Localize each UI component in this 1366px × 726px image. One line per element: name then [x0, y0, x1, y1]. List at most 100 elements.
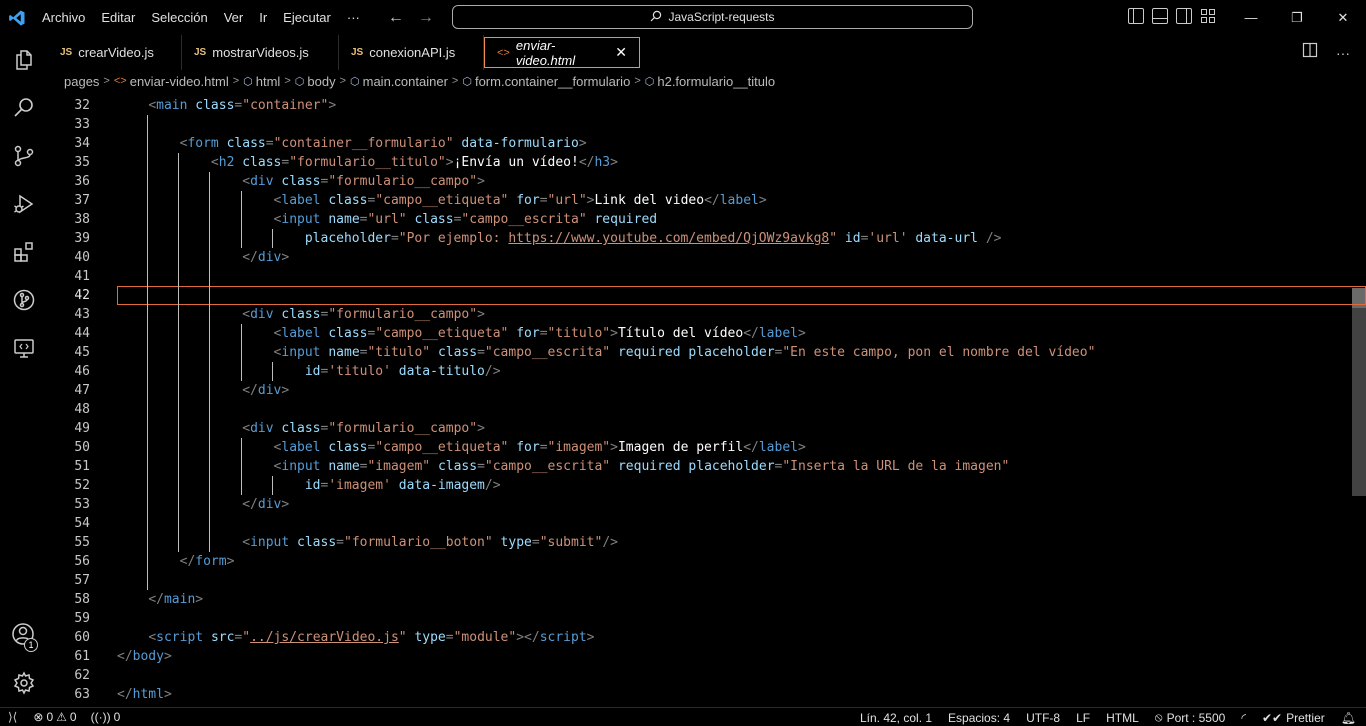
ports-indicator[interactable]: ((·)) 0 [91, 710, 121, 724]
breadcrumb-item[interactable]: main.container [363, 74, 448, 89]
code-line[interactable]: 43 <div class="formulario__campo"> [48, 305, 1366, 324]
code-line[interactable]: 59 [48, 609, 1366, 628]
code-token: form [195, 554, 227, 569]
code-line[interactable]: 47 </div> [48, 381, 1366, 400]
remote-explorer-icon[interactable] [0, 324, 48, 372]
code-line[interactable]: 42 [48, 286, 1366, 305]
code-line[interactable]: 57 [48, 571, 1366, 590]
indent-guide [271, 362, 273, 381]
breadcrumb-item[interactable]: enviar-video.html [130, 74, 229, 89]
menu-more[interactable]: ··· [339, 0, 368, 35]
code-token: "En este campo, pon el nombre del vídeo" [782, 345, 1096, 360]
close-window-icon[interactable]: ✕ [1320, 0, 1366, 35]
toggle-panel-icon[interactable] [1152, 8, 1168, 24]
code-token: id [844, 231, 861, 246]
code-line[interactable]: 54 [48, 514, 1366, 533]
code-token: form [187, 136, 219, 151]
code-line[interactable]: 32 <main class="container"> [48, 96, 1366, 115]
menu-ejecutar[interactable]: Ejecutar [275, 0, 339, 35]
live-server-port[interactable]: ⦸ Port : 5500 [1155, 710, 1226, 725]
code-line[interactable]: 49 <div class="formulario__campo"> [48, 419, 1366, 438]
git-graph-icon[interactable] [0, 276, 48, 324]
menu-ver[interactable]: Ver [216, 0, 252, 35]
line-number: 46 [74, 364, 90, 379]
tab-mostrarvideos[interactable]: JS mostrarVideos.js [182, 35, 339, 70]
cursor-position[interactable]: Lín. 42, col. 1 [860, 711, 932, 725]
source-control-icon[interactable] [0, 132, 48, 180]
notifications-bell-icon[interactable]: 🔔︎ [1341, 711, 1356, 725]
code-line[interactable]: 41 [48, 267, 1366, 286]
code-line[interactable]: 33 [48, 115, 1366, 134]
restore-icon[interactable]: ❐ [1274, 0, 1320, 35]
command-center-search[interactable]: JavaScript-requests [452, 5, 973, 29]
menu-bar: Archivo Editar Selección Ver Ir Ejecutar… [34, 0, 368, 35]
breadcrumb-item[interactable]: body [307, 74, 335, 89]
code-line[interactable]: 36 <div class="formulario__campo"> [48, 172, 1366, 191]
menu-seleccion[interactable]: Selección [143, 0, 215, 35]
toggle-primary-sidebar-icon[interactable] [1128, 8, 1144, 24]
back-arrow-icon[interactable]: ← [388, 9, 404, 27]
customize-layout-icon[interactable] [1200, 8, 1216, 24]
code-token: placeholder [688, 459, 775, 474]
code-line[interactable]: 62 [48, 666, 1366, 685]
code-line[interactable]: 40 </div> [48, 248, 1366, 267]
menu-archivo[interactable]: Archivo [34, 0, 93, 35]
split-editor-icon[interactable] [1302, 42, 1318, 63]
run-debug-icon[interactable] [0, 180, 48, 228]
code-line[interactable]: 46 id='titulo' data-titulo/> [48, 362, 1366, 381]
end-of-line[interactable]: LF [1076, 711, 1090, 725]
encoding[interactable]: UTF-8 [1026, 711, 1060, 725]
code-editor[interactable]: 32 <main class="container"> 33 34 <form cl… [48, 96, 1366, 707]
indentation[interactable]: Espacios: 4 [948, 711, 1010, 725]
tab-crearvideo[interactable]: JS crearVideo.js [48, 35, 182, 70]
code-token: > [163, 687, 172, 702]
code-line[interactable]: 39 placeholder="Por ejemplo: https://www… [48, 229, 1366, 248]
code-line[interactable]: 34 <form class="container__formulario" d… [48, 134, 1366, 153]
code-token: name [328, 345, 360, 360]
close-tab-icon[interactable]: ✕ [615, 44, 627, 61]
code-line[interactable]: 61 </body> [48, 647, 1366, 666]
code-line[interactable]: 48 [48, 400, 1366, 419]
code-line[interactable]: 44 <label class="campo__etiqueta" for="t… [48, 324, 1366, 343]
code-token: > [281, 497, 290, 512]
minimize-icon[interactable]: — [1228, 0, 1274, 35]
code-line[interactable]: 37 <label class="campo__etiqueta" for="u… [48, 191, 1366, 210]
code-line[interactable]: 53 </div> [48, 495, 1366, 514]
prettier-status[interactable]: ✔✔ Prettier [1262, 711, 1325, 725]
breadcrumb-item[interactable]: html [256, 74, 281, 89]
remote-icon[interactable]: ⟩⟨ [8, 710, 17, 724]
code-line[interactable]: 50 <label class="campo__etiqueta" for="i… [48, 438, 1366, 457]
code-line[interactable]: 60 <script src="../js/crearVideo.js" typ… [48, 628, 1366, 647]
breadcrumb-item[interactable]: pages [64, 74, 99, 89]
code-line[interactable]: 63 </html> [48, 685, 1366, 704]
line-number: 57 [74, 573, 90, 588]
code-line[interactable]: 35 <h2 class="formulario__titulo">¡Envía… [48, 153, 1366, 172]
search-sidebar-icon[interactable] [0, 84, 48, 132]
extensions-icon[interactable] [0, 228, 48, 276]
toggle-secondary-sidebar-icon[interactable] [1176, 8, 1192, 24]
code-token: ¡Envía un vídeo! [453, 155, 579, 170]
code-line[interactable]: 56 </form> [48, 552, 1366, 571]
settings-gear-icon[interactable] [0, 659, 48, 707]
menu-editar[interactable]: Editar [93, 0, 143, 35]
code-line[interactable]: 55 <input class="formulario__boton" type… [48, 533, 1366, 552]
code-line[interactable]: 52 id='imagem' data-imagem/> [48, 476, 1366, 495]
menu-ir[interactable]: Ir [251, 0, 275, 35]
tab-conexionapi[interactable]: JS conexionAPI.js [339, 35, 484, 70]
forward-arrow-icon[interactable]: → [418, 9, 434, 27]
code-line[interactable]: 58 </main> [48, 590, 1366, 609]
tab-enviar-video[interactable]: <> enviar-video.html ✕ [484, 37, 640, 68]
explorer-icon[interactable] [0, 36, 48, 84]
code-token: for [516, 440, 540, 455]
code-line[interactable]: 45 <input name="titulo" class="campo__es… [48, 343, 1366, 362]
breadcrumb-item[interactable]: form.container__formulario [475, 74, 630, 89]
code-text: <script src="../js/crearVideo.js" type="… [117, 628, 594, 647]
language-mode[interactable]: HTML [1106, 711, 1139, 725]
more-actions-icon[interactable]: ··· [1336, 45, 1350, 61]
code-line[interactable]: 38 <input name="url" class="campo__escri… [48, 210, 1366, 229]
code-line[interactable]: 51 <input name="imagem" class="campo__es… [48, 457, 1366, 476]
problems-indicator[interactable]: ⊗ 0 ⚠ 0 [33, 710, 76, 724]
breadcrumb-item[interactable]: h2.formulario__titulo [657, 74, 775, 89]
account-icon[interactable]: 1 [0, 611, 48, 659]
